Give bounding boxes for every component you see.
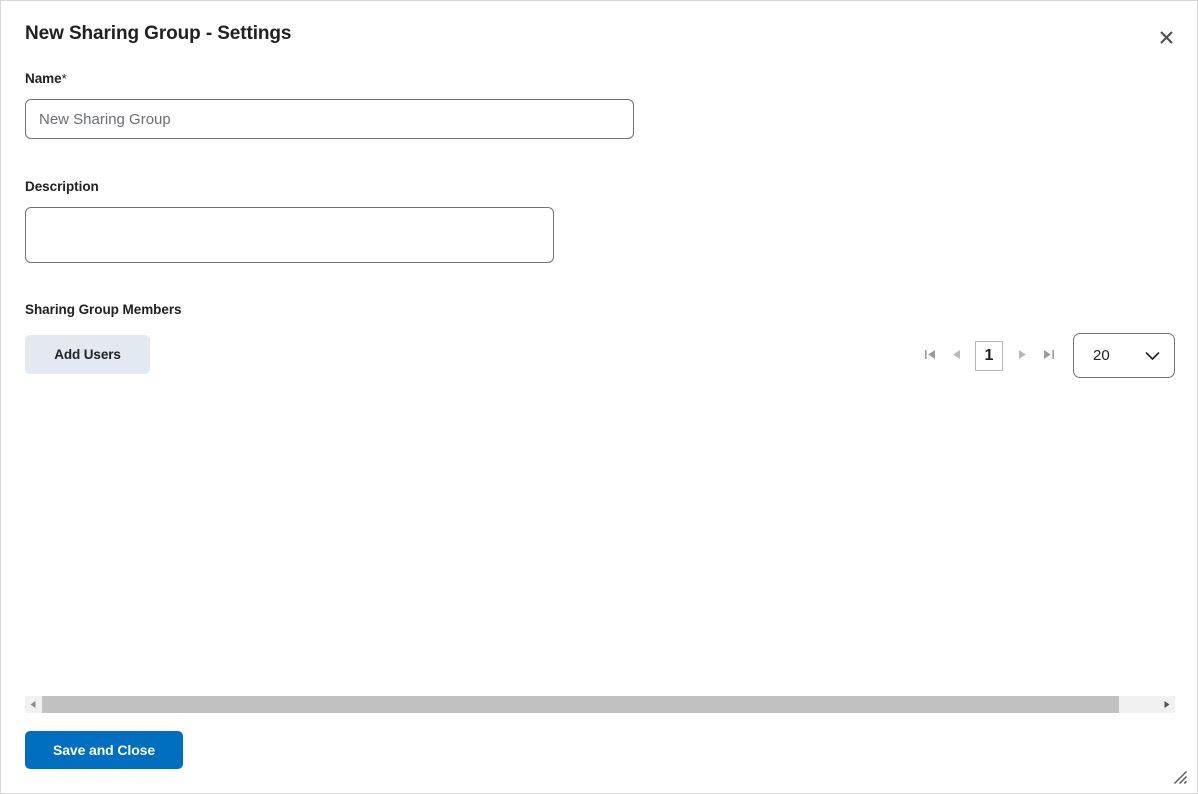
previous-page-icon: [950, 348, 963, 364]
first-page-button[interactable]: [917, 341, 943, 371]
description-label: Description: [25, 179, 99, 194]
name-label: Name*: [25, 71, 67, 86]
scrollbar-track[interactable]: [42, 696, 1158, 713]
table-row: ENG-1100-SEOPP-SRC Course Offering View,…: [1, 396, 1197, 458]
previous-page-button[interactable]: [943, 341, 969, 371]
chevron-down-icon: [1145, 351, 1160, 361]
scroll-left-icon: [29, 696, 38, 714]
first-page-icon: [924, 348, 937, 364]
page-size-value: 20: [1093, 347, 1110, 364]
sharing-group-members-label: Sharing Group Members: [25, 302, 182, 317]
name-label-text: Name: [25, 71, 62, 86]
add-users-button[interactable]: Add Users: [25, 335, 150, 374]
page-size-select[interactable]: 20: [1073, 333, 1175, 378]
scrollbar-thumb[interactable]: [42, 696, 1119, 713]
last-page-icon: [1042, 348, 1055, 364]
description-textarea[interactable]: [25, 207, 554, 263]
scroll-right-icon: [1162, 696, 1171, 714]
last-page-button[interactable]: [1035, 341, 1061, 371]
scroll-left-button[interactable]: [25, 696, 42, 713]
page-title: New Sharing Group - Settings: [25, 23, 292, 44]
name-input[interactable]: [25, 99, 634, 139]
close-button[interactable]: [1153, 24, 1179, 50]
next-page-button[interactable]: [1009, 341, 1035, 371]
required-asterisk: *: [61, 71, 67, 86]
current-page-indicator[interactable]: 1: [975, 341, 1003, 371]
horizontal-scrollbar[interactable]: [25, 696, 1175, 713]
pagination: 1: [917, 338, 1061, 374]
next-page-icon: [1016, 348, 1029, 364]
dialog-header: New Sharing Group - Settings: [1, 0, 1197, 62]
save-and-close-button[interactable]: Save and Close: [25, 731, 183, 769]
resize-grip-icon[interactable]: [1171, 768, 1189, 786]
scroll-right-button[interactable]: [1158, 696, 1175, 713]
close-icon: [1159, 30, 1174, 45]
settings-dialog: New Sharing Group - Settings Name* Descr…: [0, 0, 1198, 794]
